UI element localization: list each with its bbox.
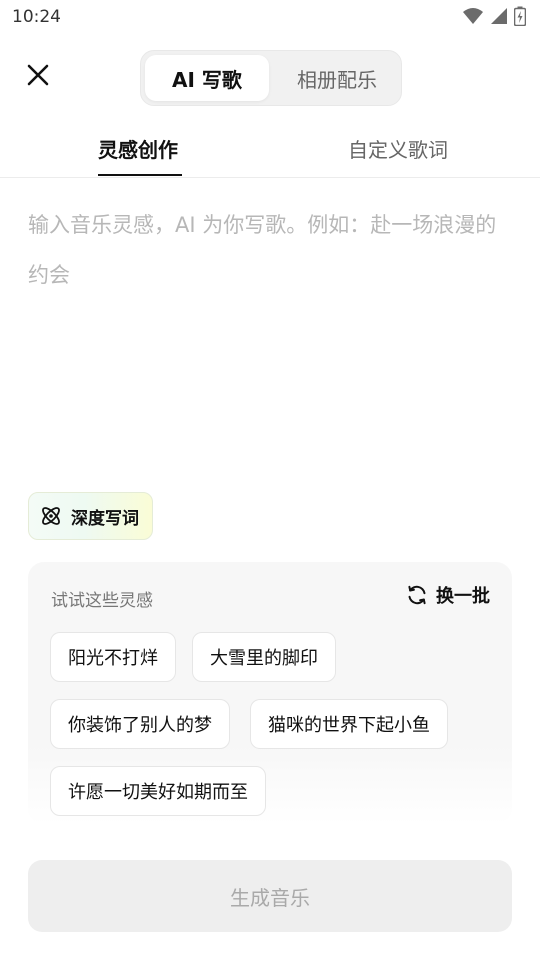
signal-icon [491,8,507,24]
mode-ai-songwriting[interactable]: AI 写歌 [145,55,269,101]
suggestion-chip[interactable]: 猫咪的世界下起小鱼 [250,699,448,749]
status-bar: 10:24 [0,0,540,34]
refresh-suggestions-button[interactable]: 换一批 [406,582,490,608]
status-icons [462,6,526,26]
status-time: 10:24 [12,7,61,27]
suggestions-panel: 试试这些灵感 换一批 阳光不打烊 大雪里的脚印 你装饰了别人的梦 猫咪的世界下起… [28,562,512,824]
tab-active-indicator [98,174,182,176]
tab-inspiration[interactable]: 灵感创作 [98,134,178,163]
top-bar: AI 写歌 相册配乐 [0,46,540,108]
refresh-icon [408,585,426,605]
creation-tabs: 灵感创作 自定义歌词 [0,118,540,178]
inspiration-input[interactable] [28,200,512,470]
suggestion-chip[interactable]: 许愿一切美好如期而至 [50,766,266,816]
suggestion-chip[interactable]: 大雪里的脚印 [192,632,336,682]
refresh-label: 换一批 [436,586,490,607]
suggestion-chip[interactable]: 你装饰了别人的梦 [50,699,230,749]
wifi-icon [463,8,483,24]
deep-write-button[interactable]: 深度写词 [28,492,153,540]
mode-album-soundtrack[interactable]: 相册配乐 [275,55,399,101]
tab-custom-lyrics[interactable]: 自定义歌词 [348,134,448,163]
mode-switch: AI 写歌 相册配乐 [140,50,402,106]
suggestions-title: 试试这些灵感 [51,591,153,611]
generate-music-button[interactable]: 生成音乐 [28,860,512,932]
close-button[interactable] [22,59,54,91]
atom-icon [42,507,60,525]
deep-write-label: 深度写词 [71,508,139,529]
close-icon [27,64,49,86]
suggestion-chip[interactable]: 阳光不打烊 [50,632,176,682]
battery-icon [514,6,526,26]
